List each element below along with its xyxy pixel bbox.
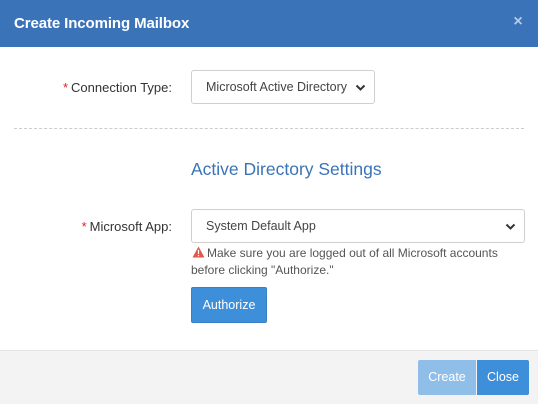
chevron-down-icon [355, 84, 366, 91]
microsoft-app-label-text: Microsoft App: [89, 219, 172, 234]
create-button[interactable]: Create [418, 360, 476, 395]
section-title: Active Directory Settings [191, 159, 382, 179]
connection-type-label-text: Connection Type: [71, 80, 172, 95]
required-asterisk: * [81, 219, 87, 234]
chevron-down-icon [505, 223, 516, 230]
section-divider [14, 128, 524, 129]
create-incoming-mailbox-dialog: Create Incoming Mailbox × * Connection Ty… [0, 0, 538, 404]
microsoft-app-value: System Default App [206, 219, 316, 233]
microsoft-app-select[interactable]: System Default App [191, 209, 525, 243]
microsoft-app-label: * Microsoft App: [40, 219, 172, 234]
authorize-button[interactable]: Authorize [191, 287, 267, 323]
warning-line-1: Make sure you are logged out of all Micr… [207, 246, 498, 260]
connection-type-label: * Connection Type: [40, 80, 172, 95]
connection-type-select[interactable]: Microsoft Active Directory [191, 70, 375, 104]
required-asterisk: * [62, 80, 69, 95]
connection-type-value: Microsoft Active Directory [206, 80, 348, 94]
dialog-header: Create Incoming Mailbox × [0, 0, 538, 47]
dialog-title: Create Incoming Mailbox [14, 15, 190, 32]
close-icon[interactable]: × [511, 14, 525, 30]
close-button[interactable]: Close [477, 360, 529, 395]
warning-line-2: before clicking "Authorize." [191, 263, 334, 277]
warning-message: Make sure you are logged out of all Micr… [191, 245, 521, 279]
